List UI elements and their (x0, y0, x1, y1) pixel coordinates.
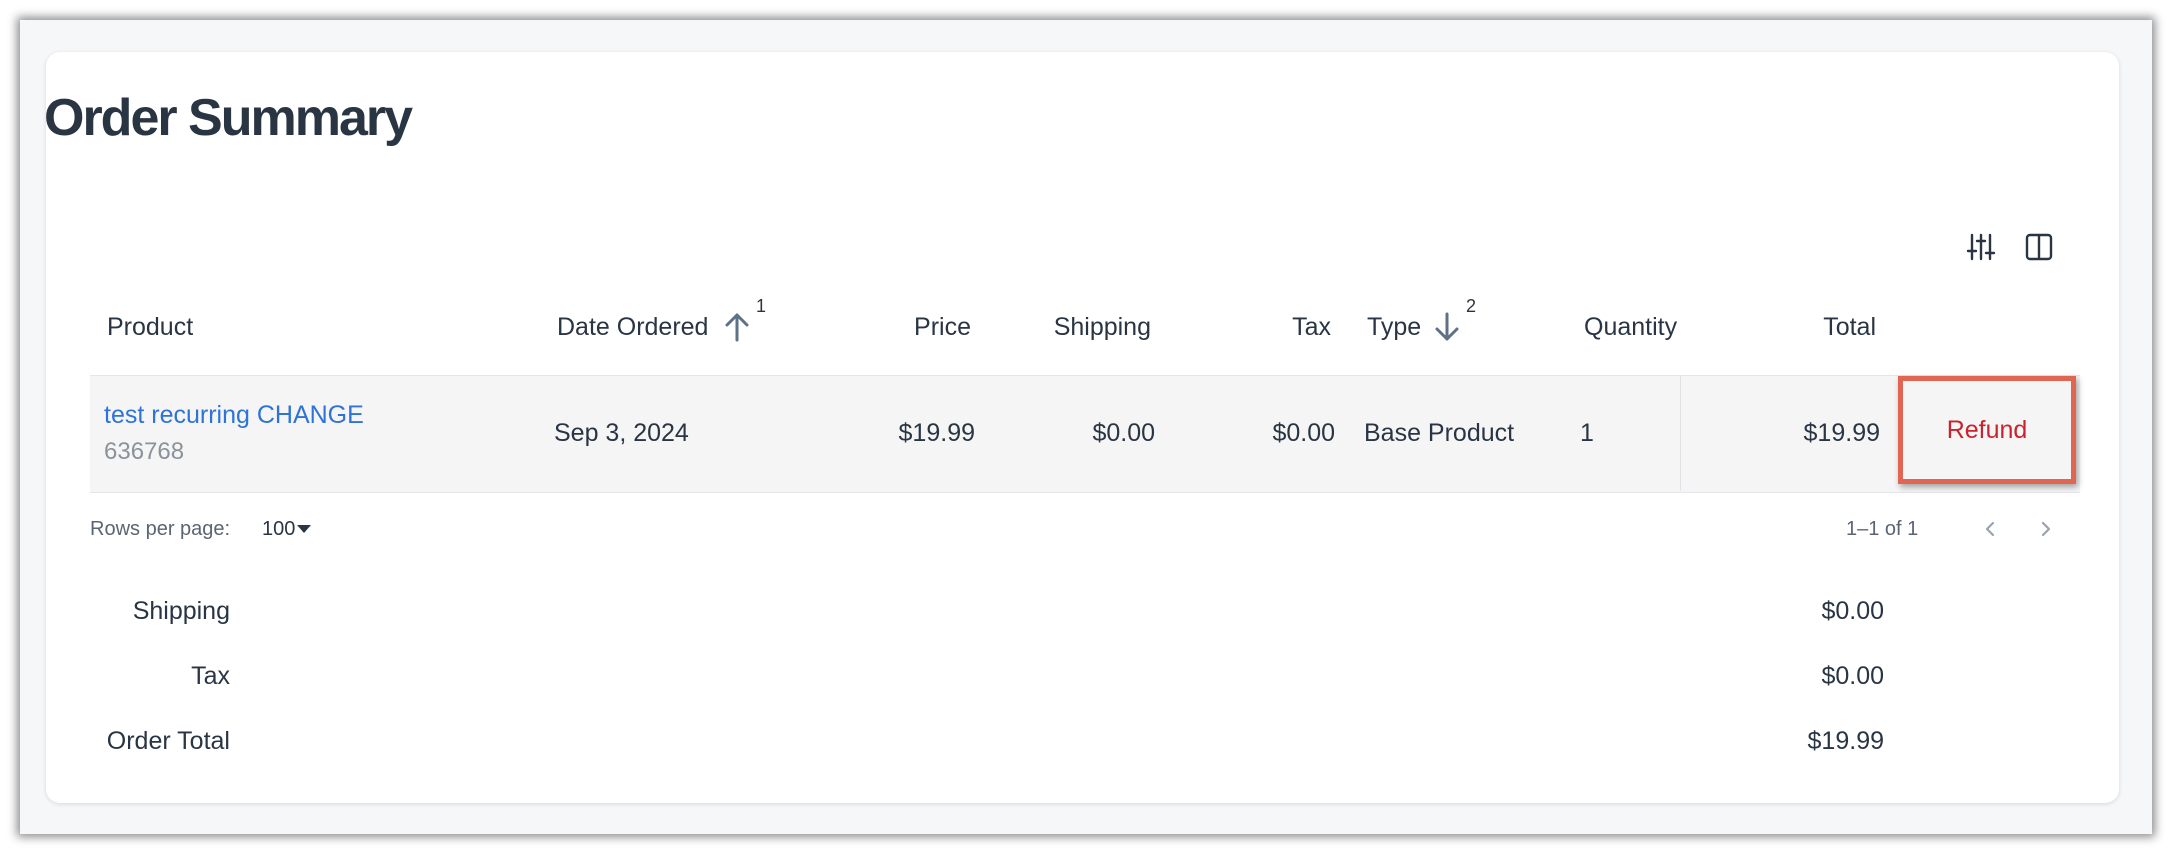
column-header-price[interactable]: Price (871, 312, 971, 342)
column-header-product[interactable]: Product (107, 312, 193, 342)
type-sort-priority-badge: 2 (1466, 296, 1477, 316)
summary-order-total-value: $19.99 (1807, 727, 1884, 755)
rows-per-page-label: Rows per page: (90, 518, 231, 540)
rows-per-page-select[interactable]: 100 (262, 516, 312, 542)
caret-down-icon (297, 525, 312, 533)
sticky-column-divider (1680, 376, 1681, 491)
column-header-type[interactable]: Type (1367, 312, 1421, 342)
chevron-left-icon (1985, 521, 1995, 537)
cell-date-ordered: Sep 3, 2024 (554, 419, 689, 447)
next-page-button[interactable] (2031, 514, 2061, 544)
summary-tax-label: Tax (191, 662, 230, 690)
summary-shipping-value: $0.00 (1821, 597, 1884, 625)
sort-ascending-arrow-icon[interactable] (722, 310, 752, 344)
product-name-link[interactable]: test recurring CHANGE (104, 400, 364, 430)
columns-toggle-button[interactable] (2022, 230, 2056, 264)
column-header-shipping[interactable]: Shipping (1031, 312, 1151, 342)
product-id: 636768 (104, 438, 185, 465)
column-header-date-ordered[interactable]: Date Ordered (557, 312, 708, 342)
refund-button[interactable]: Refund (1935, 410, 2040, 451)
chevron-right-icon (2041, 521, 2051, 537)
previous-page-button[interactable] (1975, 514, 2005, 544)
filter-settings-button[interactable] (1964, 230, 1998, 264)
refund-highlight: Refund (1898, 376, 2076, 484)
cell-type: Base Product (1364, 419, 1515, 447)
column-header-total[interactable]: Total (1756, 312, 1876, 342)
cell-shipping: $0.00 (1092, 419, 1155, 447)
column-header-tax[interactable]: Tax (1221, 312, 1331, 342)
sliders-icon (1966, 233, 1996, 261)
summary-shipping-label: Shipping (132, 597, 230, 625)
summary-order-total-label: Order Total (106, 727, 230, 755)
rows-per-page-value: 100 (262, 518, 296, 540)
date-sort-priority-badge: 1 (756, 296, 767, 316)
cell-total: $19.99 (1803, 419, 1880, 447)
summary-tax-value: $0.00 (1821, 662, 1884, 690)
column-header-quantity[interactable]: Quantity (1584, 312, 1677, 342)
columns-icon (2025, 233, 2053, 261)
cell-price: $19.99 (898, 419, 975, 447)
page-title: Order Summary (44, 89, 413, 147)
cell-quantity: 1 (1580, 419, 1594, 447)
sort-descending-arrow-icon[interactable] (1432, 310, 1462, 344)
cell-tax: $0.00 (1272, 419, 1335, 447)
pagination-range: 1–1 of 1 (1846, 518, 1919, 540)
